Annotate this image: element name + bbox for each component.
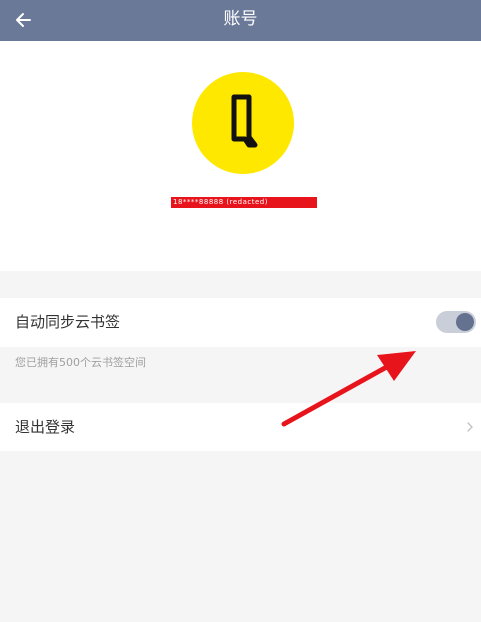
logout-label: 退出登录: [15, 418, 76, 436]
avatar[interactable]: [192, 72, 294, 174]
title-bar: 账号: [0, 0, 481, 41]
bookmark-logo-icon: [231, 94, 258, 148]
account-id: 18****88888 (redacted): [171, 197, 317, 208]
logout-row[interactable]: 退出登录: [0, 403, 481, 451]
auto-sync-toggle[interactable]: [436, 311, 476, 333]
auto-sync-row: 自动同步云书签: [0, 298, 481, 347]
account-screen: 账号 18****88888 (redacted) 自动同步云书签 您已拥有50…: [0, 0, 481, 622]
toggle-knob: [456, 313, 474, 331]
profile-section: 18****88888 (redacted): [0, 41, 481, 271]
auto-sync-label: 自动同步云书签: [15, 313, 121, 331]
sync-quota-hint: 您已拥有500个云书签空间: [15, 356, 146, 369]
page-title: 账号: [223, 9, 258, 29]
chevron-right-icon: [467, 422, 473, 432]
